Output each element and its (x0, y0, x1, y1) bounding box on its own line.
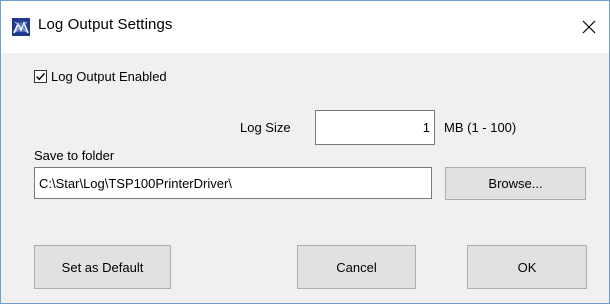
log-output-enabled-row: Log Output Enabled (34, 69, 167, 84)
save-folder-path-input[interactable] (34, 167, 432, 199)
close-button[interactable] (575, 13, 603, 41)
dialog-client-area: Log Output Enabled Log Size MB (1 - 100)… (1, 53, 609, 303)
checkmark-icon (36, 72, 46, 81)
star-printer-app-icon (12, 18, 30, 36)
log-output-settings-dialog: Log Output Settings Log Output Enabled L… (0, 0, 610, 304)
log-size-input[interactable] (315, 110, 435, 145)
log-output-enabled-label[interactable]: Log Output Enabled (51, 69, 167, 84)
window-title: Log Output Settings (38, 16, 173, 33)
close-icon (582, 20, 596, 34)
log-size-unit-hint: MB (1 - 100) (444, 120, 517, 135)
cancel-button[interactable]: Cancel (297, 245, 416, 289)
log-output-enabled-checkbox[interactable] (34, 70, 47, 83)
set-as-default-button[interactable]: Set as Default (34, 245, 171, 289)
ok-button[interactable]: OK (467, 245, 587, 289)
save-to-folder-label: Save to folder (34, 148, 115, 163)
log-size-label: Log Size (240, 120, 291, 135)
title-bar: Log Output Settings (1, 1, 609, 53)
browse-button[interactable]: Browse... (445, 167, 586, 200)
